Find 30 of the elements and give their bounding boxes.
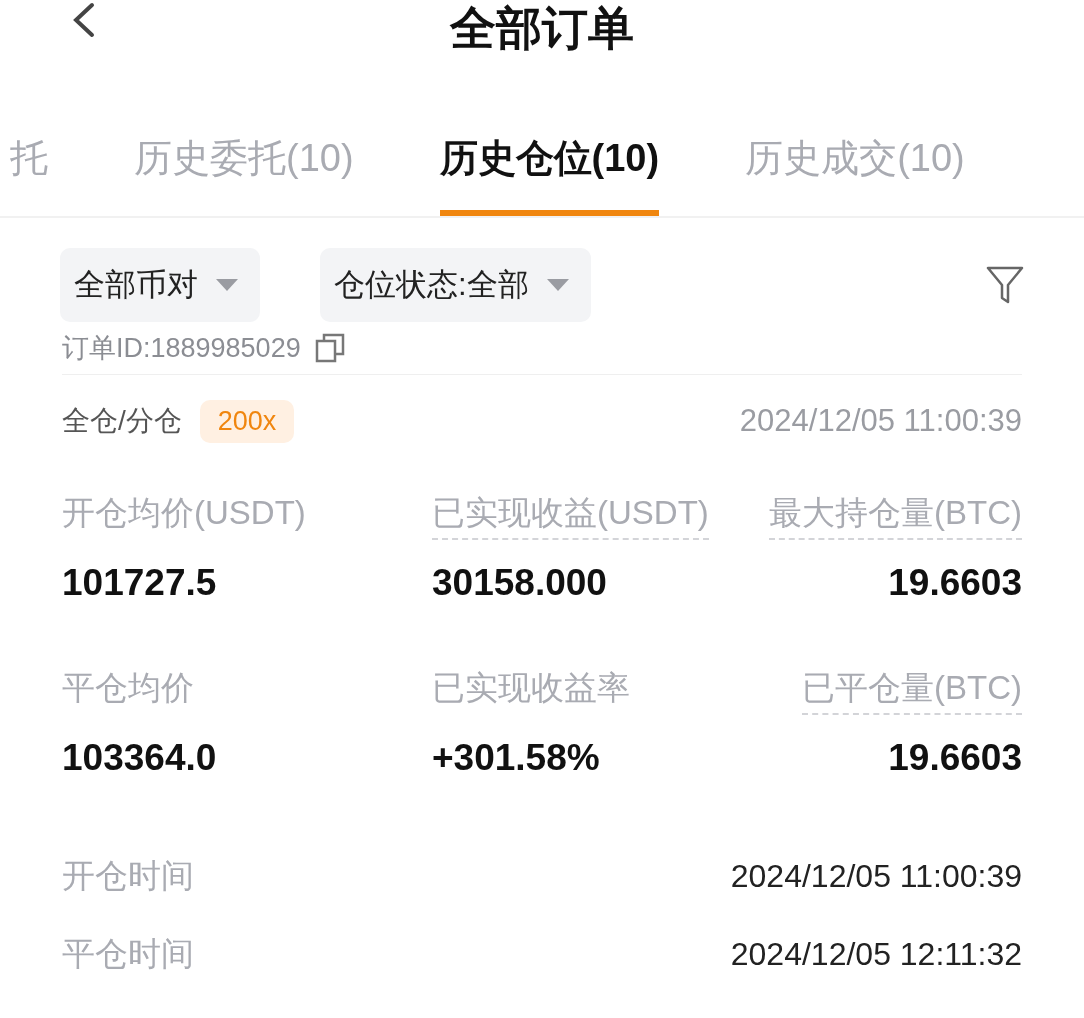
time-label: 平仓时间 — [62, 933, 194, 974]
filter-icon[interactable] — [986, 265, 1024, 305]
stat-label: 已实现收益(USDT) — [432, 491, 709, 540]
stat-value: 19.6603 — [888, 562, 1022, 604]
stat-label: 最大持仓量(BTC) — [769, 491, 1022, 540]
stat-value: 101727.5 — [62, 562, 217, 604]
margin-mode: 全仓/分仓 — [62, 404, 182, 438]
stat-value: 103364.0 — [62, 737, 217, 779]
filter-label: 仓位状态:全部 — [334, 266, 529, 304]
copy-icon[interactable] — [314, 333, 345, 363]
stat-label: 平仓均价 — [62, 668, 194, 708]
time-value: 2024/12/05 11:00:39 — [730, 857, 1022, 895]
stat-value: 30158.000 — [432, 562, 607, 604]
leverage-badge: 200x — [199, 399, 295, 443]
filter-dropdown[interactable]: 仓位状态:全部 — [320, 248, 591, 322]
time-label: 开仓时间 — [62, 855, 194, 896]
stat-label: 已实现收益率 — [432, 668, 630, 708]
stat-label: 已平仓量(BTC) — [802, 666, 1022, 715]
time-value: 2024/12/05 12:11:32 — [730, 935, 1022, 973]
caret-icon — [216, 279, 238, 291]
order-time: 2024/12/05 11:00:39 — [739, 403, 1022, 439]
page-title: 全部订单 — [450, 3, 634, 53]
order-id: 订单ID:1889985029 — [62, 332, 301, 365]
stat-label: 开仓均价(USDT) — [62, 493, 306, 533]
filter-dropdown[interactable]: 全部币对 — [60, 248, 260, 322]
stat-value: 19.6603 — [888, 737, 1022, 779]
stat-value: +301.58% — [432, 737, 600, 779]
filter-label: 全部币对 — [74, 266, 198, 304]
tab[interactable]: 历史仓位(10) — [439, 130, 660, 216]
caret-icon — [546, 279, 569, 291]
